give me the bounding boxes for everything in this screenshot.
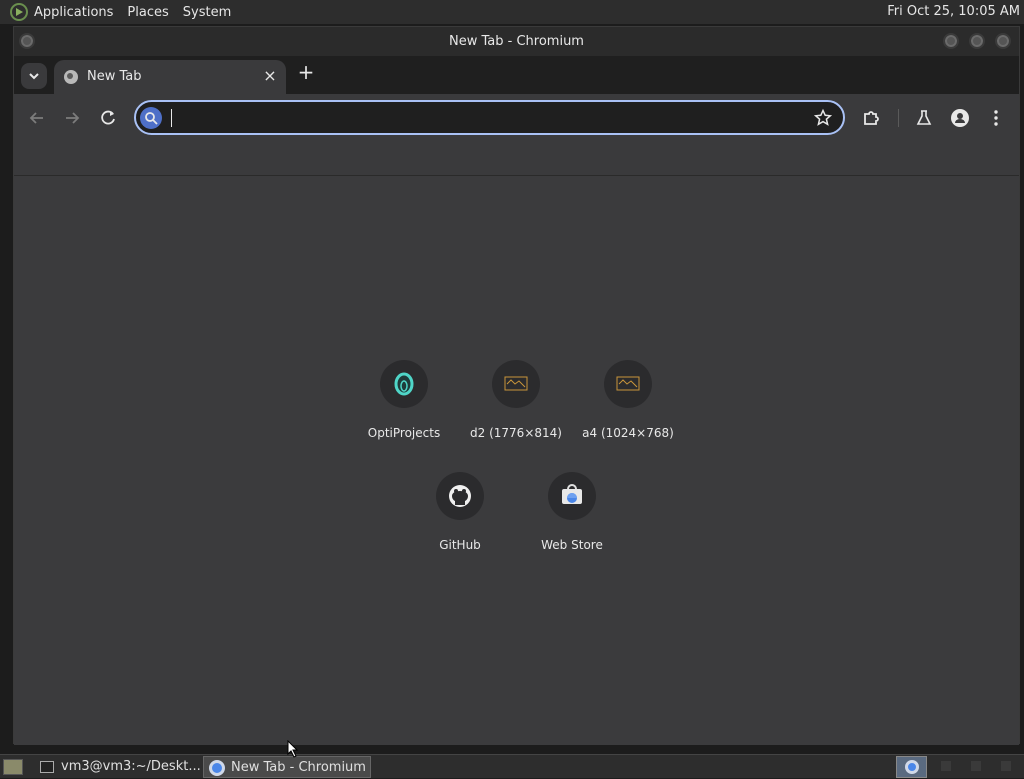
tab-new-tab[interactable]: New Tab × — [54, 60, 286, 94]
window-titlebar[interactable]: New Tab - Chromium — [14, 27, 1019, 56]
site-thumbnail-icon — [604, 360, 652, 408]
taskbar-item-chromium[interactable]: New Tab - Chromium — [203, 756, 371, 778]
address-bar[interactable] — [134, 100, 845, 135]
taskbar-item-terminal[interactable]: vm3@vm3:~/Deskt... — [34, 756, 201, 778]
site-thumbnail-icon — [492, 360, 540, 408]
places-menu[interactable]: Places — [127, 5, 168, 20]
extensions-icon[interactable] — [860, 107, 882, 129]
maximize-icon[interactable] — [969, 33, 985, 49]
new-tab-button[interactable]: + — [295, 61, 317, 83]
github-icon — [436, 472, 484, 520]
shortcut-tile[interactable]: Web Store — [516, 472, 628, 552]
distro-logo-icon[interactable] — [10, 3, 28, 21]
new-tab-page: OptiProjects d2 (1776×814) a4 (1024×768)… — [14, 176, 1019, 745]
browser-window: New Tab - Chromium New Tab × + OptiProje… — [13, 26, 1020, 745]
mouse-cursor-icon — [287, 740, 299, 758]
browser-toolbar — [14, 94, 1019, 142]
panel-clock[interactable]: Fri Oct 25, 10:05 AM — [887, 4, 1020, 19]
text-caret — [171, 109, 172, 127]
shortcut-tile[interactable]: GitHub — [404, 472, 516, 552]
shortcut-label: d2 (1776×814) — [470, 426, 562, 440]
workspace-3[interactable] — [971, 761, 981, 771]
reload-icon[interactable] — [97, 107, 119, 129]
search-icon — [140, 107, 162, 129]
tab-title: New Tab — [87, 69, 142, 84]
workspace-switcher[interactable] — [896, 756, 927, 778]
chromium-icon — [209, 760, 225, 776]
chromium-icon — [905, 760, 919, 774]
workspace-4[interactable] — [1001, 761, 1011, 771]
top-panel: Applications Places System Fri Oct 25, 1… — [0, 0, 1024, 24]
forward-arrow-icon[interactable] — [61, 107, 83, 129]
chevron-down-icon — [29, 73, 39, 80]
shortcut-tile[interactable]: OptiProjects — [348, 360, 460, 440]
show-desktop-icon[interactable] — [3, 759, 23, 775]
close-window-icon[interactable] — [995, 33, 1011, 49]
tab-strip: New Tab × + — [14, 56, 1019, 94]
profile-avatar-icon[interactable] — [949, 107, 971, 129]
shortcut-label: Web Store — [541, 538, 603, 552]
shortcut-tile[interactable]: a4 (1024×768) — [572, 360, 684, 440]
toolbar-divider — [898, 109, 899, 127]
tab-search-button[interactable] — [21, 63, 47, 89]
terminal-icon — [40, 761, 54, 773]
optiprojects-icon — [380, 360, 428, 408]
system-menu[interactable]: System — [183, 5, 231, 20]
web-store-icon — [548, 472, 596, 520]
taskbar-item-label: vm3@vm3:~/Deskt... — [61, 759, 201, 774]
shortcut-label: OptiProjects — [367, 426, 441, 440]
globe-icon — [64, 70, 78, 84]
labs-flask-icon[interactable] — [913, 107, 935, 129]
workspace-2[interactable] — [941, 761, 951, 771]
more-menu-icon[interactable] — [985, 107, 1007, 129]
tab-close-icon[interactable]: × — [260, 66, 280, 86]
bookmark-star-icon[interactable] — [813, 108, 833, 128]
address-input[interactable] — [170, 105, 770, 130]
taskbar-item-label: New Tab - Chromium — [231, 760, 366, 775]
window-title: New Tab - Chromium — [449, 34, 584, 49]
minimize-icon[interactable] — [943, 33, 959, 49]
bookmarks-bar — [14, 142, 1019, 176]
shortcut-label: a4 (1024×768) — [582, 426, 674, 440]
shortcut-label: GitHub — [439, 538, 481, 552]
back-arrow-icon[interactable] — [26, 107, 48, 129]
window-menu-icon[interactable] — [19, 33, 35, 49]
shortcut-tile[interactable]: d2 (1776×814) — [460, 360, 572, 440]
applications-menu[interactable]: Applications — [34, 5, 113, 20]
bottom-taskbar: vm3@vm3:~/Deskt... New Tab - Chromium — [0, 754, 1024, 778]
